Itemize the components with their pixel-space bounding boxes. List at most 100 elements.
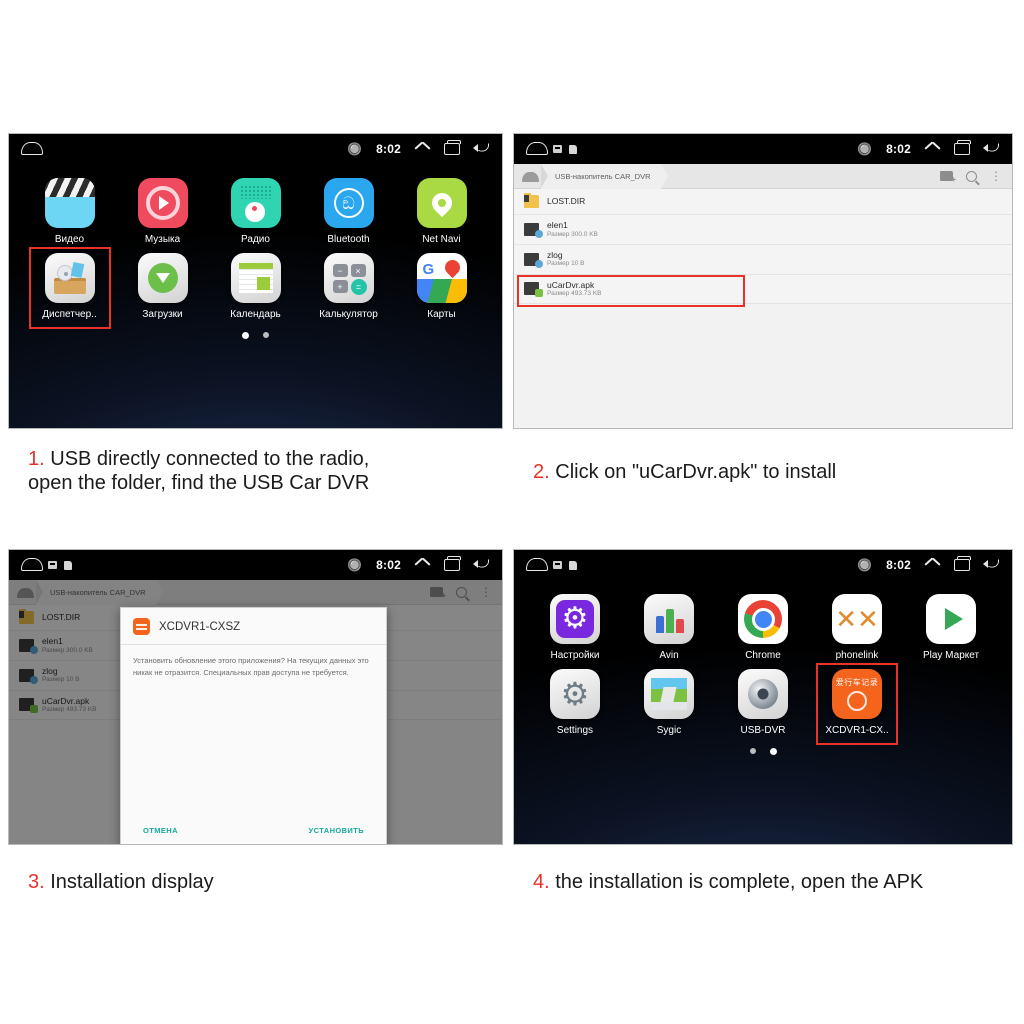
maps-app-icon: G [416, 253, 467, 303]
app-label: XCDVR1-CX.. [825, 725, 889, 736]
app-label: Диспетчер.. [42, 309, 97, 320]
app-label: phonelink [835, 650, 879, 661]
xcdvr-app-icon [133, 618, 150, 635]
app-downloads[interactable]: Загрузки [116, 253, 209, 320]
page-dot-2[interactable] [263, 332, 269, 338]
app-music[interactable]: Музыка [116, 178, 209, 245]
app-settings-en[interactable]: Settings [528, 669, 622, 736]
app-xcdvr1[interactable]: 爱行车记录 XCDVR1-CX.. [810, 669, 904, 736]
app-file-manager[interactable]: Диспетчер.. [23, 253, 116, 320]
xcdvr-app-icon: 爱行车记录 [832, 669, 882, 719]
caption-text: Installation display [50, 871, 214, 893]
app-avin[interactable]: Avin [622, 594, 716, 661]
app-maps[interactable]: G Карты [395, 253, 488, 320]
app-chrome[interactable]: Chrome [716, 594, 810, 661]
status-bar-clock: 8:02 [376, 142, 401, 156]
page-indicator [514, 748, 1012, 755]
table-row[interactable]: LOST.DIR [514, 189, 1012, 215]
recents-icon[interactable] [444, 140, 461, 155]
caption-number: 1. [28, 448, 45, 470]
caption-3: 3. Installation display [28, 870, 488, 894]
home-icon[interactable] [21, 557, 43, 571]
app-label: Радио [241, 234, 270, 245]
table-row[interactable]: elen1 Размер 300.0 KB [514, 215, 1012, 245]
caption-4: 4. the installation is complete, open th… [533, 870, 1013, 894]
status-bar-left [526, 141, 577, 155]
status-bar-clock: 8:02 [886, 558, 911, 572]
caption-text: Click on "uCarDvr.apk" to install [555, 461, 837, 483]
app-label: Bluetooth [327, 234, 370, 245]
chevron-up-icon[interactable] [415, 560, 430, 570]
chrome-app-icon [738, 594, 788, 644]
page-dot-1[interactable] [749, 748, 756, 754]
app-sygic[interactable]: Sygic [622, 669, 716, 736]
panel-2-file-manager: 🔘 8:02 USB-накопитель CAR_DVR ⋮ [513, 133, 1013, 429]
app-grid-row-2: Диспетчер.. Загрузки Календарь − × + = К… [9, 245, 502, 320]
app-video[interactable]: Видео [23, 178, 116, 245]
back-icon[interactable] [983, 143, 1000, 155]
install-button[interactable]: УСТАНОВИТЬ [309, 826, 364, 835]
table-row-ucardvr-apk[interactable]: uCarDvr.apk Размер 493.73 KB [514, 274, 1012, 307]
file-size: Размер 10 B [547, 260, 585, 268]
home-icon[interactable] [21, 141, 43, 155]
app-phonelink[interactable]: ✕✕ phonelink [810, 594, 904, 661]
chevron-up-icon[interactable] [415, 144, 430, 154]
xcdvr-icon-text: 爱行车记录 [835, 678, 879, 687]
app-net-navi[interactable]: Net Navi [395, 178, 488, 245]
back-icon[interactable] [473, 559, 490, 571]
page-dot-1[interactable] [242, 332, 249, 339]
launcher-home: Видео Музыка Радио ඞ Bluetooth Net Navi [9, 164, 502, 428]
file-manager-app-icon [44, 253, 95, 303]
file-manager-tools: ⋮ [940, 170, 1004, 184]
chevron-up-icon[interactable] [925, 144, 940, 154]
caption-number: 2. [533, 461, 550, 483]
status-bar-clock: 8:02 [376, 558, 401, 572]
file-meta: LOST.DIR [547, 196, 585, 207]
sygic-app-icon [644, 669, 694, 719]
app-label: Видео [54, 234, 85, 245]
home-icon[interactable] [526, 141, 548, 155]
file-manager: USB-накопитель CAR_DVR ⋮ LOST.DIR [514, 163, 1012, 428]
cancel-button[interactable]: ОТМЕНА [143, 826, 178, 835]
home-breadcrumb-icon[interactable] [522, 170, 539, 182]
app-usb-dvr[interactable]: USB-DVR [716, 669, 810, 736]
app-label: Калькулятор [319, 309, 378, 320]
search-icon[interactable] [966, 170, 977, 182]
back-icon[interactable] [983, 559, 1000, 571]
recents-icon[interactable] [444, 556, 461, 571]
app-settings-ru[interactable]: Настройки [528, 594, 622, 661]
storage-notification-icon [569, 560, 577, 570]
table-row[interactable]: zlog Размер 10 B [514, 245, 1012, 275]
recents-icon[interactable] [954, 556, 971, 571]
app-grid-row-2: Settings Sygic USB-DVR 爱行车记录 [514, 661, 1012, 736]
file-size: Размер 300.0 KB [547, 230, 598, 238]
caption-2: 2. Click on "uCarDvr.apk" to install [533, 460, 1003, 484]
status-bar-left [21, 141, 43, 155]
new-folder-icon[interactable] [940, 171, 956, 184]
recents-icon[interactable] [954, 140, 971, 155]
file-meta: zlog Размер 10 B [547, 250, 585, 269]
home-icon[interactable] [526, 557, 548, 571]
back-icon[interactable] [473, 143, 490, 155]
file-name: zlog [547, 249, 563, 260]
app-label: Settings [556, 725, 594, 736]
app-label: Настройки [550, 650, 600, 661]
status-bar: 🔘 8:02 [9, 550, 502, 580]
apk-file-icon [524, 282, 543, 298]
page-dot-2[interactable] [769, 748, 777, 755]
dialog-title: XCDVR1-CXSZ [159, 620, 241, 633]
app-calculator[interactable]: − × + = Калькулятор [302, 253, 395, 320]
overflow-menu-icon[interactable]: ⋮ [990, 170, 1002, 182]
file-name: elen1 [547, 220, 568, 230]
app-bluetooth[interactable]: ඞ Bluetooth [302, 178, 395, 245]
app-calendar[interactable]: Календарь [209, 253, 302, 320]
calendar-app-icon [230, 253, 281, 303]
panel-4-launcher-installed: 🔘 8:02 Настройки Avin [513, 549, 1013, 845]
app-radio[interactable]: Радио [209, 178, 302, 245]
tutorial-sheet: 🔘 8:02 Видео Музыка Радио ඞ Bluetooth Ne… [0, 0, 1024, 1024]
folder-icon [524, 193, 539, 208]
chevron-up-icon[interactable] [925, 560, 940, 570]
net-navi-app-icon [416, 178, 467, 228]
app-play-store[interactable]: Play Маркет [904, 594, 998, 661]
breadcrumb[interactable]: USB-накопитель CAR_DVR [541, 163, 668, 189]
